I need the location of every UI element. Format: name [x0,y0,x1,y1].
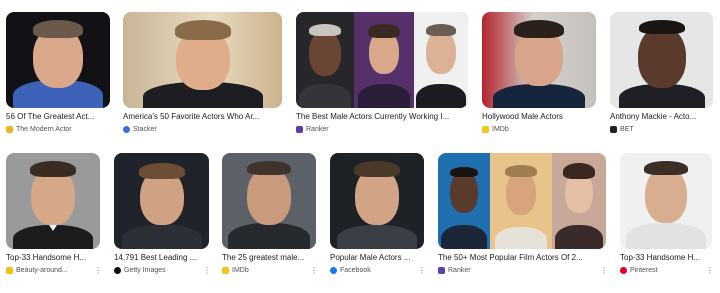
result-thumbnail[interactable] [6,153,100,249]
ranker-logo-icon [296,126,303,133]
source-label: Facebook [340,267,371,274]
source-label: IMDb [232,267,249,274]
result-source[interactable]: Stacker [123,125,282,134]
result-title[interactable]: America's 50 Favorite Actors Who Ar... [123,112,282,122]
result-thumbnail[interactable] [123,12,282,108]
result-thumbnail[interactable] [482,12,596,108]
image-results-grid: 56 Of The Greatest Act... The Modern Act… [0,0,720,293]
image-result-card[interactable]: Top-33 Handsome H... Pinterest ⋮ [620,153,714,275]
source-label: IMDb [492,126,509,133]
source-label: Ranker [448,267,471,274]
image-result-card[interactable]: Anthony Mackie - Acto... BET [610,12,713,134]
result-source[interactable]: BET [610,125,713,134]
more-options-button[interactable]: ⋮ [203,266,211,275]
result-title[interactable]: The 25 greatest male... [222,253,316,263]
result-title[interactable]: Top-33 Handsome H... [6,253,100,263]
image-result-card[interactable]: Top-33 Handsome H... Beauty-around... ⋮ [6,153,102,275]
result-title[interactable]: The 50+ Most Popular Film Actors Of 2... [438,253,606,263]
result-thumbnail[interactable] [438,153,606,249]
result-source[interactable]: Getty Images ⋮ [114,266,211,275]
result-title[interactable]: 56 Of The Greatest Act... [6,112,110,122]
image-result-card[interactable]: Popular Male Actors ... Facebook ⋮ [330,153,426,275]
result-thumbnail[interactable] [620,153,712,249]
more-options-button[interactable]: ⋮ [418,266,426,275]
result-thumbnail[interactable] [330,153,424,249]
facebook-logo-icon [330,267,337,274]
stacker-logo-icon [123,126,130,133]
more-options-button[interactable]: ⋮ [600,266,608,275]
result-thumbnail[interactable] [6,12,110,108]
image-result-card[interactable]: The 50+ Most Popular Film Actors Of 2...… [438,153,608,275]
result-thumbnail[interactable] [114,153,209,249]
getty-images-logo-icon [114,267,121,274]
result-title[interactable]: Anthony Mackie - Acto... [610,112,713,122]
beauty-around-logo-icon [6,267,13,274]
source-label: Stacker [133,126,157,133]
image-result-card[interactable]: Hollywood Male Actors IMDb [482,12,596,134]
result-source[interactable]: Pinterest ⋮ [620,266,714,275]
result-source[interactable]: IMDb [482,125,596,134]
result-source[interactable]: Facebook ⋮ [330,266,426,275]
image-result-card[interactable]: America's 50 Favorite Actors Who Ar... S… [123,12,282,134]
source-label: Getty Images [124,267,166,274]
result-title[interactable]: Popular Male Actors ... [330,253,424,263]
source-label: Pinterest [630,267,658,274]
result-title[interactable]: Hollywood Male Actors [482,112,596,122]
result-thumbnail[interactable] [610,12,713,108]
image-result-card[interactable]: The 25 greatest male... IMDb ⋮ [222,153,318,275]
result-source[interactable]: The Modern Actor [6,125,110,134]
modern-actor-logo-icon [6,126,13,133]
source-label: The Modern Actor [16,126,72,133]
result-source[interactable]: Ranker ⋮ [438,266,608,275]
source-label: BET [620,126,634,133]
result-title[interactable]: Top-33 Handsome H... [620,253,712,263]
ranker-logo-icon [438,267,445,274]
bet-logo-icon [610,126,617,133]
pinterest-logo-icon [620,267,627,274]
result-source[interactable]: IMDb ⋮ [222,266,318,275]
imdb-logo-icon [222,267,229,274]
more-options-button[interactable]: ⋮ [94,266,102,275]
image-result-card[interactable]: The Best Male Actors Currently Working I… [296,12,468,134]
more-options-button[interactable]: ⋮ [310,266,318,275]
result-title[interactable]: The Best Male Actors Currently Working I… [296,112,468,122]
result-title[interactable]: 14,791 Best Leading ... [114,253,209,263]
result-source[interactable]: Ranker [296,125,468,134]
image-result-card[interactable]: 56 Of The Greatest Act... The Modern Act… [6,12,110,134]
source-label: Ranker [306,126,329,133]
image-result-card[interactable]: 14,791 Best Leading ... Getty Images ⋮ [114,153,211,275]
imdb-logo-icon [482,126,489,133]
result-thumbnail[interactable] [296,12,468,108]
more-options-button[interactable]: ⋮ [706,266,714,275]
result-source[interactable]: Beauty-around... ⋮ [6,266,102,275]
source-label: Beauty-around... [16,267,68,274]
result-thumbnail[interactable] [222,153,316,249]
